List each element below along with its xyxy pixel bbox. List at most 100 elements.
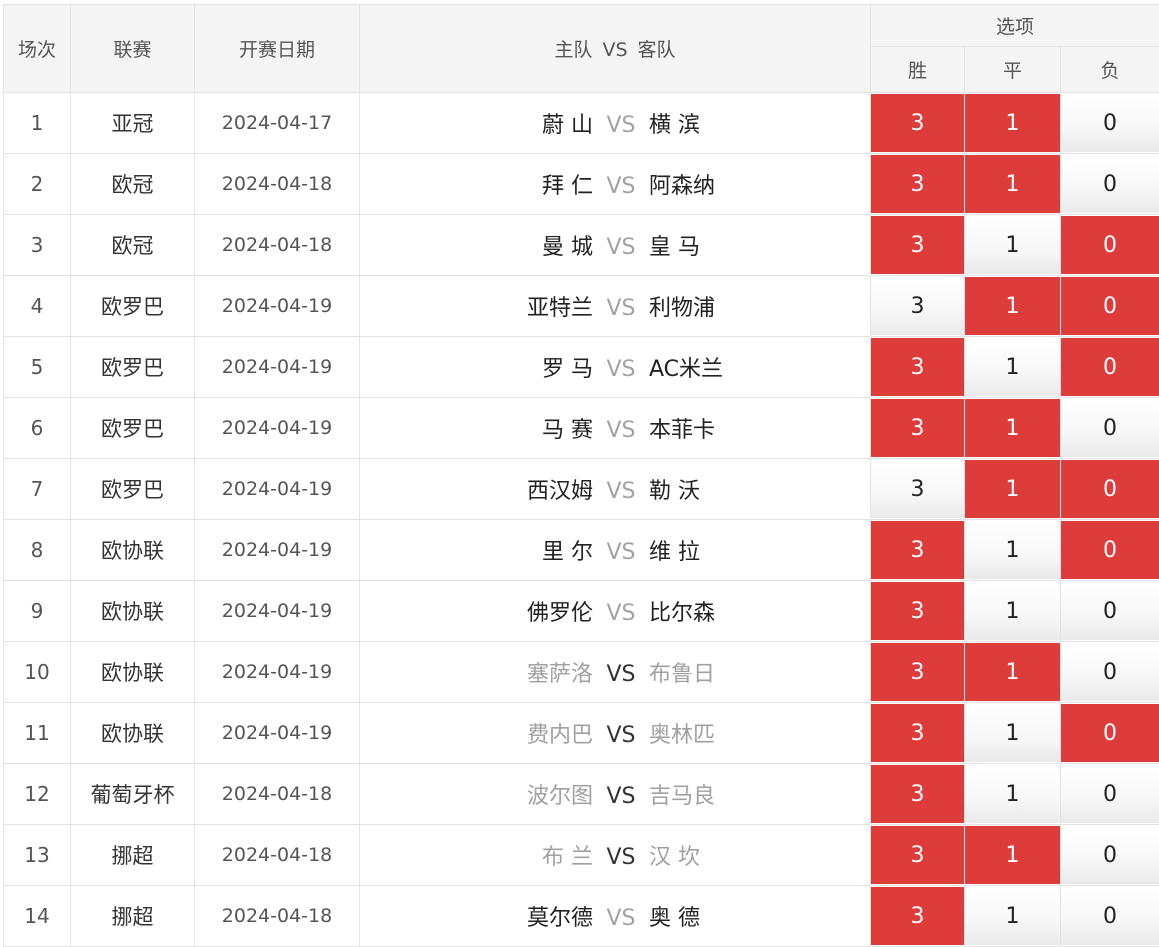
away-team: 布鲁日 bbox=[649, 662, 716, 687]
loss-option-button[interactable]: 0 bbox=[1061, 155, 1159, 213]
win-option-button[interactable]: 3 bbox=[871, 765, 964, 823]
win-option-button[interactable]: 3 bbox=[871, 338, 964, 396]
win-option-button[interactable]: 3 bbox=[871, 155, 964, 213]
draw-option-button[interactable]: 1 bbox=[965, 887, 1060, 945]
home-team: 罗 马 bbox=[542, 357, 593, 382]
draw-option-button[interactable]: 1 bbox=[965, 216, 1060, 274]
away-team: 皇 马 bbox=[649, 235, 700, 260]
league-name: 欧协联 bbox=[70, 702, 195, 764]
loss-option-button[interactable]: 0 bbox=[1061, 826, 1159, 884]
draw-option-button[interactable]: 1 bbox=[965, 582, 1060, 640]
loss-option-button[interactable]: 0 bbox=[1061, 582, 1159, 640]
home-team: 马 赛 bbox=[542, 418, 593, 443]
win-option-button[interactable]: 3 bbox=[871, 399, 964, 457]
win-option-button[interactable]: 3 bbox=[871, 704, 964, 762]
win-option-button[interactable]: 3 bbox=[871, 460, 964, 518]
match-number: 2 bbox=[3, 153, 71, 215]
draw-option-button[interactable]: 1 bbox=[965, 155, 1060, 213]
vs-label: VS bbox=[606, 601, 636, 626]
win-cell: 3 bbox=[870, 702, 965, 764]
loss-cell: 0 bbox=[1059, 641, 1159, 703]
away-team: 勒 沃 bbox=[649, 479, 700, 504]
win-option-button[interactable]: 3 bbox=[871, 216, 964, 274]
match-number: 4 bbox=[3, 275, 71, 337]
match-row: 14 挪超 2024-04-18 莫尔德 VS 奥 德 3 1 0 bbox=[3, 885, 1159, 947]
col-header-options: 选项 bbox=[869, 4, 1159, 47]
win-cell: 3 bbox=[870, 336, 965, 398]
win-cell: 3 bbox=[870, 763, 965, 825]
loss-cell: 0 bbox=[1059, 702, 1159, 764]
league-name: 欧冠 bbox=[70, 214, 195, 276]
home-team: 佛罗伦 bbox=[526, 601, 593, 626]
match-date: 2024-04-18 bbox=[194, 824, 360, 886]
table-header: 场次 联赛 开赛日期 主队 VS 客队 选项 胜 平 负 bbox=[3, 4, 1159, 93]
win-cell: 3 bbox=[870, 580, 965, 642]
loss-option-button[interactable]: 0 bbox=[1061, 704, 1159, 762]
loss-option-button[interactable]: 0 bbox=[1061, 887, 1159, 945]
home-team: 亚特兰 bbox=[526, 296, 593, 321]
loss-option-button[interactable]: 0 bbox=[1061, 765, 1159, 823]
match-date: 2024-04-17 bbox=[194, 92, 360, 154]
match-row: 8 欧协联 2024-04-19 里 尔 VS 维 拉 3 1 0 bbox=[3, 519, 1159, 581]
draw-cell: 1 bbox=[964, 397, 1061, 459]
match-row: 6 欧罗巴 2024-04-19 马 赛 VS 本菲卡 3 1 0 bbox=[3, 397, 1159, 459]
loss-cell: 0 bbox=[1059, 458, 1159, 520]
match-table: 场次 联赛 开赛日期 主队 VS 客队 选项 胜 平 负 1 亚冠 2024-04-… bbox=[3, 4, 1159, 947]
loss-option-button[interactable]: 0 bbox=[1061, 338, 1159, 396]
draw-option-button[interactable]: 1 bbox=[965, 765, 1060, 823]
match-number: 1 bbox=[3, 92, 71, 154]
match-date: 2024-04-19 bbox=[194, 275, 360, 337]
away-team: 本菲卡 bbox=[649, 418, 716, 443]
league-name: 欧罗巴 bbox=[70, 275, 195, 337]
loss-option-button[interactable]: 0 bbox=[1061, 643, 1159, 701]
match-date: 2024-04-18 bbox=[194, 214, 360, 276]
col-header-teams: 主队 VS 客队 bbox=[359, 4, 871, 93]
loss-cell: 0 bbox=[1059, 519, 1159, 581]
vs-label: VS bbox=[606, 113, 636, 138]
draw-option-button[interactable]: 1 bbox=[965, 704, 1060, 762]
win-option-button[interactable]: 3 bbox=[871, 94, 964, 152]
match-date: 2024-04-19 bbox=[194, 397, 360, 459]
win-option-button[interactable]: 3 bbox=[871, 582, 964, 640]
match-teams: 罗 马 VS AC米兰 bbox=[359, 336, 871, 398]
match-row: 4 欧罗巴 2024-04-19 亚特兰 VS 利物浦 3 1 0 bbox=[3, 275, 1159, 337]
home-team: 西汉姆 bbox=[526, 479, 593, 504]
match-table-container: 场次 联赛 开赛日期 主队 VS 客队 选项 胜 平 负 1 亚冠 2024-04-… bbox=[3, 4, 1159, 947]
win-option-button[interactable]: 3 bbox=[871, 643, 964, 701]
loss-option-button[interactable]: 0 bbox=[1061, 399, 1159, 457]
draw-cell: 1 bbox=[964, 641, 1061, 703]
win-option-button[interactable]: 3 bbox=[871, 521, 964, 579]
home-team: 塞萨洛 bbox=[526, 662, 593, 687]
vs-label: VS bbox=[606, 723, 636, 748]
match-teams: 费内巴 VS 奥林匹 bbox=[359, 702, 871, 764]
loss-cell: 0 bbox=[1059, 275, 1159, 337]
win-cell: 3 bbox=[870, 824, 965, 886]
loss-option-button[interactable]: 0 bbox=[1061, 460, 1159, 518]
match-teams: 亚特兰 VS 利物浦 bbox=[359, 275, 871, 337]
win-option-button[interactable]: 3 bbox=[871, 277, 964, 335]
col-header-league: 联赛 bbox=[70, 4, 195, 93]
draw-option-button[interactable]: 1 bbox=[965, 643, 1060, 701]
loss-option-button[interactable]: 0 bbox=[1061, 277, 1159, 335]
draw-option-button[interactable]: 1 bbox=[965, 338, 1060, 396]
draw-option-button[interactable]: 1 bbox=[965, 826, 1060, 884]
match-date: 2024-04-18 bbox=[194, 153, 360, 215]
draw-option-button[interactable]: 1 bbox=[965, 94, 1060, 152]
draw-option-button[interactable]: 1 bbox=[965, 277, 1060, 335]
loss-option-button[interactable]: 0 bbox=[1061, 521, 1159, 579]
match-row: 10 欧协联 2024-04-19 塞萨洛 VS 布鲁日 3 1 0 bbox=[3, 641, 1159, 703]
col-header-date: 开赛日期 bbox=[194, 4, 360, 93]
league-name: 欧罗巴 bbox=[70, 336, 195, 398]
loss-option-button[interactable]: 0 bbox=[1061, 94, 1159, 152]
draw-option-button[interactable]: 1 bbox=[965, 399, 1060, 457]
draw-cell: 1 bbox=[964, 336, 1061, 398]
vs-label: VS bbox=[606, 906, 636, 931]
away-team: AC米兰 bbox=[649, 357, 724, 382]
win-option-button[interactable]: 3 bbox=[871, 826, 964, 884]
loss-option-button[interactable]: 0 bbox=[1061, 216, 1159, 274]
draw-option-button[interactable]: 1 bbox=[965, 460, 1060, 518]
vs-label: VS bbox=[606, 479, 636, 504]
draw-option-button[interactable]: 1 bbox=[965, 521, 1060, 579]
league-name: 欧协联 bbox=[70, 580, 195, 642]
win-option-button[interactable]: 3 bbox=[871, 887, 964, 945]
